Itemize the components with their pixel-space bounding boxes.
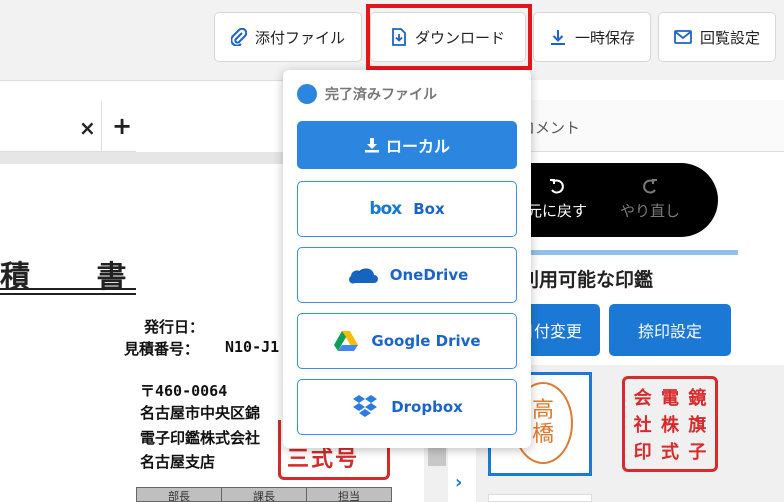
download-highlight (366, 4, 532, 70)
quote-number-value: N10-J1 (225, 338, 280, 356)
completed-files-label: 完了済みファイル (325, 87, 437, 103)
download-box-button[interactable]: box Box (297, 181, 517, 237)
approval-stamp-table: 部長 課長 担当 (136, 487, 392, 502)
stamp-header-section-chief: 課長 (222, 488, 307, 502)
download-dropbox-button[interactable]: Dropbox (297, 379, 517, 435)
seal-char: 旗 (688, 414, 707, 436)
round-seal-char-1: 高 (531, 397, 554, 423)
issue-date-label: 発行日： (144, 318, 205, 336)
chevron-right-icon[interactable]: › (455, 472, 462, 493)
seal-char: 電 (660, 387, 679, 409)
circulation-settings-label: 回覧設定 (699, 28, 760, 47)
temp-save-label: 一時保存 (574, 28, 635, 47)
status-dot-icon (297, 84, 317, 104)
box-icon: box (369, 199, 402, 219)
redo-icon (643, 179, 657, 194)
save-download-icon (550, 30, 565, 45)
google-drive-icon (334, 331, 359, 351)
undo-button[interactable]: 元に戻す (520, 178, 594, 221)
mail-icon (674, 30, 692, 44)
download-icon (364, 138, 379, 153)
stamp-setting-button[interactable]: 捺印設定 (609, 304, 731, 356)
download-onedrive-button[interactable]: OneDrive (297, 247, 517, 303)
scrollbar-thumb[interactable] (428, 446, 446, 466)
company-name: 電子印鑑株式会社 (140, 429, 261, 447)
temp-save-button[interactable]: 一時保存 (533, 12, 651, 62)
paperclip-icon (230, 28, 247, 46)
completed-files-header: 完了済みファイル (297, 84, 437, 104)
circulation-settings-button[interactable]: 回覧設定 (658, 12, 776, 62)
download-googledrive-label: Google Drive (371, 332, 481, 350)
seal-char: 印 (633, 442, 652, 464)
download-googledrive-button[interactable]: Google Drive (297, 313, 517, 369)
branch-name: 名古屋支店 (140, 453, 216, 471)
attach-file-label: 添付ファイル (254, 28, 345, 47)
title-underline-2 (0, 293, 136, 295)
onedrive-icon (348, 268, 378, 284)
progress-bar (520, 250, 738, 255)
redo-label: やり直し (619, 202, 680, 220)
download-box-label: Box (413, 200, 445, 218)
round-seal-char-2: 橋 (531, 422, 554, 447)
download-onedrive-label: OneDrive (389, 266, 469, 284)
add-tab-icon[interactable]: + (112, 112, 132, 140)
redo-button[interactable]: やり直し (612, 178, 688, 221)
seal-section-title: 利用可能な印鑑 (520, 269, 654, 291)
stamp-header-manager: 部長 (137, 488, 222, 502)
dropbox-icon (353, 395, 378, 417)
seal-char: 子 (688, 442, 707, 464)
undo-label: 元に戻す (526, 202, 587, 220)
document-tab[interactable]: × + (0, 100, 136, 152)
stamp-setting-label: 捺印設定 (637, 322, 702, 341)
seal-char: 株 (660, 414, 679, 436)
address-line: 名古屋市中央区錦 (140, 404, 261, 422)
quote-number-label: 見積番号： (124, 340, 200, 358)
undo-icon (550, 179, 564, 194)
seal-card-next[interactable] (488, 494, 592, 502)
download-local-label: ローカル (385, 137, 450, 156)
tab-divider (101, 101, 102, 152)
seal-char: 式 (660, 442, 679, 464)
close-tab-icon[interactable]: × (79, 116, 96, 140)
title-underline (0, 288, 136, 290)
seal-char: 鏡 (688, 387, 707, 409)
seal-char: 社 (633, 414, 652, 436)
download-dropbox-label: Dropbox (391, 398, 463, 416)
seal-char: 会 (633, 387, 652, 409)
attach-file-button[interactable]: 添付ファイル (214, 12, 362, 62)
stamp-header-staff: 担当 (338, 490, 360, 502)
download-local-button[interactable]: ローカル (297, 121, 517, 169)
square-company-seal[interactable]: 会 電 鏡 社 株 旗 印 式 子 (622, 376, 718, 472)
postal-code: 〒460-0064 (140, 382, 228, 400)
